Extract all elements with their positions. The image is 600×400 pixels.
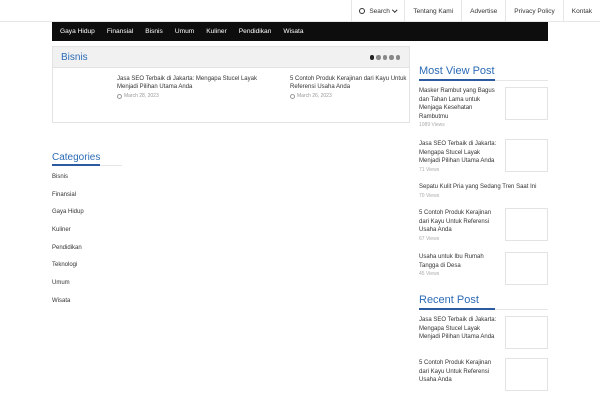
side-post-title[interactable]: Usaha untuk Ibu Rumah Tangga di Desa	[419, 253, 501, 270]
bisnis-title[interactable]: Bisnis	[61, 52, 88, 63]
views-count: 70 Views	[419, 192, 440, 199]
recent-post-title: Recent Post	[419, 294, 479, 306]
search-icon	[359, 8, 366, 14]
bisnis-post-title[interactable]: 5 Contoh Produk Kerajinan dari Kayu Untu…	[290, 75, 430, 91]
categories-underline	[52, 164, 122, 166]
side-post-title[interactable]: 5 Contoh Produk Kerajinan dari Kayu Untu…	[419, 209, 501, 235]
category-link[interactable]: Gaya Hidup	[52, 208, 84, 226]
side-post-title[interactable]: Masker Rambut yang Bagus dan Tahan Lama …	[419, 87, 501, 121]
nav-item-bisnis[interactable]: Bisnis	[139, 22, 169, 41]
category-link[interactable]: Finansial	[52, 191, 84, 209]
nav-item-kuliner[interactable]: Kuliner	[200, 22, 233, 41]
bisnis-post-title[interactable]: Jasa SEO Terbaik di Jakarta: Mengapa Stu…	[117, 75, 257, 91]
slider-dot[interactable]	[395, 55, 400, 60]
slider-dot[interactable]	[369, 55, 374, 60]
category-link[interactable]: Wisata	[52, 297, 84, 315]
main-navigation: Gaya Hidup Finansial Bisnis Umum Kuliner…	[52, 22, 548, 41]
bisnis-post-date: March 28, 2023	[117, 93, 257, 99]
nav-item-finansial[interactable]: Finansial	[101, 22, 139, 41]
side-post-title[interactable]: Sepatu Kulit Pria yang Sedang Tren Saat …	[419, 183, 544, 192]
top-navigation: Search Tentang Kami Advertise Privacy Po…	[351, 0, 600, 22]
bisnis-post: Jasa SEO Terbaik di Jakarta: Mengapa Stu…	[117, 75, 257, 99]
bisnis-post: 5 Contoh Produk Kerajinan dari Kayu Untu…	[290, 75, 430, 99]
post-date-text: March 26, 2023	[297, 93, 332, 99]
side-post-title[interactable]: 5 Contoh Produk Kerajinan dari Kayu Untu…	[419, 359, 501, 385]
nav-item-umum[interactable]: Umum	[169, 22, 200, 41]
nav-item-gaya-hidup[interactable]: Gaya Hidup	[54, 22, 101, 41]
most-view-title: Most View Post	[419, 65, 495, 77]
most-view-post: Sepatu Kulit Pria yang Sedang Tren Saat …	[419, 183, 548, 199]
post-thumbnail[interactable]	[505, 139, 548, 172]
top-link-privacy-policy[interactable]: Privacy Policy	[505, 0, 562, 22]
post-thumbnail[interactable]	[505, 208, 548, 241]
slider-dot[interactable]	[376, 55, 381, 60]
chevron-down-icon	[392, 7, 398, 13]
category-link[interactable]: Teknologi	[52, 261, 84, 279]
search-label: Search	[369, 7, 390, 15]
category-link[interactable]: Umum	[52, 279, 84, 297]
search-toggle[interactable]: Search	[351, 0, 404, 22]
post-thumbnail[interactable]	[505, 358, 548, 391]
post-date-text: March 28, 2023	[124, 93, 159, 99]
most-view-underline	[419, 79, 548, 81]
bisnis-slider: Bisnis Jasa SEO Terbaik di Jakarta: Meng…	[52, 46, 410, 123]
side-post-title[interactable]: Jasa SEO Terbaik di Jakarta: Mengapa Stu…	[419, 316, 501, 342]
clock-icon	[290, 93, 295, 99]
top-link-tentang-kami[interactable]: Tentang Kami	[404, 0, 461, 22]
post-thumbnail[interactable]	[505, 87, 548, 120]
nav-item-pendidikan[interactable]: Pendidikan	[233, 22, 278, 41]
category-link[interactable]: Bisnis	[52, 173, 84, 191]
clock-icon	[117, 93, 122, 99]
post-thumbnail[interactable]	[505, 316, 548, 349]
bisnis-post-date: March 26, 2023	[290, 93, 430, 99]
views-count: 1089 Views	[419, 122, 445, 129]
nav-item-wisata[interactable]: Wisata	[277, 22, 309, 41]
categories-title: Categories	[52, 152, 101, 163]
side-post-title[interactable]: Jasa SEO Terbaik di Jakarta: Mengapa Stu…	[419, 140, 501, 166]
recent-post-underline	[419, 308, 548, 310]
slider-dots	[369, 55, 400, 60]
top-link-kontak[interactable]: Kontak	[562, 0, 600, 22]
slider-dot[interactable]	[382, 55, 387, 60]
category-link[interactable]: Kuliner	[52, 226, 84, 244]
slider-dot[interactable]	[389, 55, 394, 60]
post-thumbnail[interactable]	[505, 252, 548, 285]
top-bar: Search Tentang Kami Advertise Privacy Po…	[0, 0, 600, 22]
bisnis-header: Bisnis	[53, 47, 409, 68]
category-link[interactable]: Pendidikan	[52, 244, 84, 262]
categories-list: Bisnis Finansial Gaya Hidup Kuliner Pend…	[52, 173, 84, 315]
top-link-advertise[interactable]: Advertise	[461, 0, 505, 22]
